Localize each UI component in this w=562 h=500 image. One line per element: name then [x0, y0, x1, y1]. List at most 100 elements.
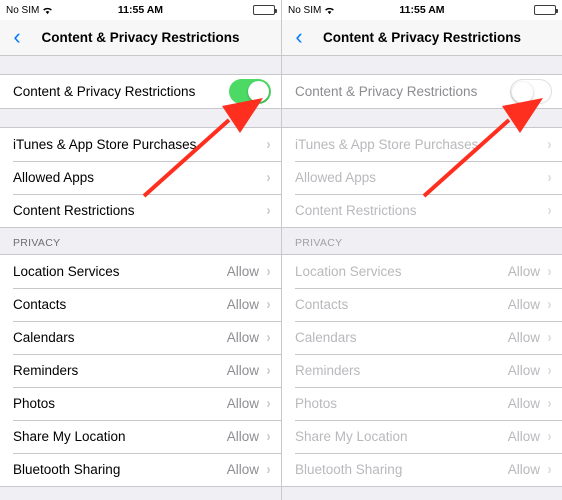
chevron-right-icon: › [547, 169, 552, 186]
status-bar: No SIM 11:55 AM [282, 0, 562, 20]
master-toggle-group: Content & Privacy Restrictions [0, 74, 281, 109]
battery-icon [534, 5, 558, 15]
privacy-section-header: PRIVACY [0, 228, 281, 254]
row-value: Allow [507, 462, 540, 477]
status-bar-left: No SIM [288, 5, 366, 16]
row-label: Location Services [13, 264, 120, 279]
row-label: Content Restrictions [295, 203, 417, 218]
row-content-privacy-restrictions-toggle[interactable]: Content & Privacy Restrictions [282, 75, 562, 108]
row-value: Allow [226, 363, 259, 378]
toggle-row-label: Content & Privacy Restrictions [295, 84, 478, 99]
switch-knob [512, 82, 533, 103]
restriction-links-group: iTunes & App Store Purchases › Allowed A… [0, 127, 281, 228]
chevron-right-icon: › [266, 296, 271, 313]
row-location-services: Location Services Allow › [282, 255, 562, 288]
privacy-group: Location Services Allow › Contacts Allow… [282, 254, 562, 487]
row-reminders[interactable]: Reminders Allow › [0, 354, 281, 387]
carrier-label: No SIM [6, 4, 40, 16]
row-label: Content Restrictions [13, 203, 135, 218]
row-label: Contacts [13, 297, 67, 312]
wifi-icon [42, 6, 53, 15]
page-title: Content & Privacy Restrictions [41, 30, 240, 45]
chevron-right-icon: › [547, 362, 552, 379]
battery-icon [253, 5, 277, 15]
row-label: Calendars [13, 330, 75, 345]
row-allowed-apps[interactable]: Allowed Apps › [0, 161, 281, 194]
row-label: Location Services [295, 264, 402, 279]
chevron-right-icon: › [266, 263, 271, 280]
navigation-bar: ‹ Content & Privacy Restrictions [282, 20, 562, 56]
status-bar-left: No SIM [6, 5, 84, 16]
row-contacts: Contacts Allow › [282, 288, 562, 321]
chevron-right-icon: › [266, 169, 271, 186]
row-label: Photos [13, 396, 56, 411]
group-gap [0, 109, 281, 127]
row-itunes-app-store-purchases[interactable]: iTunes & App Store Purchases › [0, 128, 281, 161]
row-value: Allow [226, 330, 259, 345]
row-bluetooth-sharing[interactable]: Bluetooth Sharing Allow › [0, 453, 281, 486]
chevron-right-icon: › [547, 461, 552, 478]
row-content-privacy-restrictions-toggle[interactable]: Content & Privacy Restrictions [0, 75, 281, 108]
clock-label: 11:55 AM [399, 4, 445, 16]
carrier-label: No SIM [288, 4, 322, 16]
row-bluetooth-sharing: Bluetooth Sharing Allow › [282, 453, 562, 486]
row-calendars: Calendars Allow › [282, 321, 562, 354]
row-label: Calendars [295, 330, 357, 345]
row-contacts[interactable]: Contacts Allow › [0, 288, 281, 321]
row-share-my-location: Share My Location Allow › [282, 420, 562, 453]
chevron-right-icon: › [266, 329, 271, 346]
row-value: Allow [507, 330, 540, 345]
chevron-right-icon: › [547, 136, 552, 153]
row-value: Allow [226, 429, 259, 444]
privacy-section-header: PRIVACY [282, 228, 562, 254]
content-privacy-restrictions-switch[interactable] [510, 79, 552, 104]
row-value: Allow [507, 297, 540, 312]
row-value: Allow [226, 264, 259, 279]
restriction-links-group: iTunes & App Store Purchases › Allowed A… [282, 127, 562, 228]
row-value: Allow [507, 363, 540, 378]
chevron-right-icon: › [547, 202, 552, 219]
row-share-my-location[interactable]: Share My Location Allow › [0, 420, 281, 453]
chevron-right-icon: › [547, 395, 552, 412]
side-by-side-screenshots: No SIM 11:55 AM ‹ Content & Privacy Rest… [0, 0, 562, 500]
row-label: Reminders [295, 363, 361, 378]
list-top-spacer [0, 56, 281, 74]
privacy-group: Location Services Allow › Contacts Allow… [0, 254, 281, 487]
row-photos[interactable]: Photos Allow › [0, 387, 281, 420]
navigation-bar: ‹ Content & Privacy Restrictions [0, 20, 281, 56]
group-gap [282, 109, 562, 127]
master-toggle-group: Content & Privacy Restrictions [282, 74, 562, 109]
list-top-spacer [282, 56, 562, 74]
toggle-row-label: Content & Privacy Restrictions [13, 84, 196, 99]
status-bar-right [197, 5, 277, 15]
row-calendars[interactable]: Calendars Allow › [0, 321, 281, 354]
content-privacy-restrictions-switch[interactable] [229, 79, 271, 104]
row-label: Photos [295, 396, 338, 411]
switch-knob [248, 81, 269, 102]
chevron-right-icon: › [547, 296, 552, 313]
chevron-right-icon: › [266, 362, 271, 379]
row-content-restrictions[interactable]: Content Restrictions › [0, 194, 281, 227]
row-reminders: Reminders Allow › [282, 354, 562, 387]
row-location-services[interactable]: Location Services Allow › [0, 255, 281, 288]
clock-label: 11:55 AM [117, 4, 164, 16]
chevron-right-icon: › [547, 428, 552, 445]
row-content-restrictions: Content Restrictions › [282, 194, 562, 227]
chevron-right-icon: › [266, 461, 271, 478]
row-value: Allow [226, 396, 259, 411]
row-label: Bluetooth Sharing [13, 462, 121, 477]
row-label: Contacts [295, 297, 349, 312]
row-value: Allow [226, 297, 259, 312]
row-label: iTunes & App Store Purchases [295, 137, 479, 152]
row-label: Share My Location [295, 429, 408, 444]
row-label: Share My Location [13, 429, 126, 444]
row-label: Allowed Apps [13, 170, 95, 185]
row-label: Allowed Apps [295, 170, 377, 185]
row-value: Allow [507, 396, 540, 411]
row-label: Bluetooth Sharing [295, 462, 403, 477]
row-photos: Photos Allow › [282, 387, 562, 420]
row-allowed-apps: Allowed Apps › [282, 161, 562, 194]
row-itunes-app-store-purchases: iTunes & App Store Purchases › [282, 128, 562, 161]
status-bar-right [478, 5, 558, 15]
phone-screen-right: No SIM 11:55 AM ‹ Content & Privacy Rest… [281, 0, 562, 500]
